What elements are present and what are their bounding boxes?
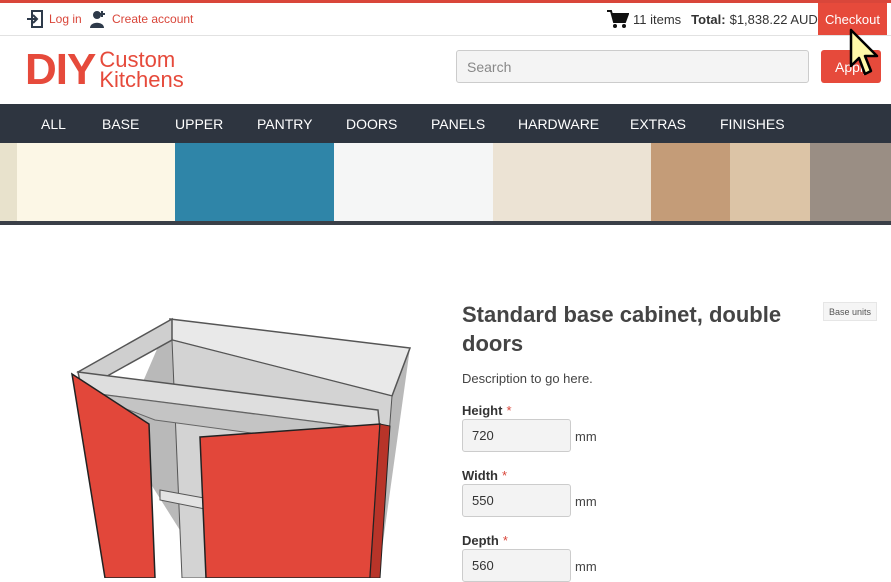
required-mark: *	[506, 403, 512, 418]
site-logo[interactable]: DIY Custom Kitchens	[25, 48, 184, 92]
cart-icon	[607, 10, 629, 28]
depth-label-text: Depth	[462, 533, 499, 548]
depth-label: Depth *	[462, 533, 508, 548]
cart-item-count: 11 items	[633, 11, 682, 27]
height-label-text: Height	[462, 403, 503, 418]
login-link[interactable]: Log in	[27, 10, 82, 28]
logo-diy: DIY	[25, 45, 96, 94]
depth-unit: mm	[575, 559, 597, 574]
category-badge[interactable]: Base units	[823, 302, 878, 321]
nav-item-finishes[interactable]: FINISHES	[720, 116, 785, 132]
cart-total-value: $1,838.22 AUD	[729, 11, 818, 27]
finish-swatch[interactable]	[17, 143, 175, 222]
finish-swatch[interactable]	[0, 143, 17, 222]
nav-item-hardware[interactable]: HARDWARE	[518, 116, 599, 132]
nav-item-pantry[interactable]: PANTRY	[257, 116, 313, 132]
nav-item-panels[interactable]: PANELS	[431, 116, 485, 132]
required-mark: *	[502, 533, 508, 548]
nav-item-all[interactable]: ALL	[41, 116, 66, 132]
cabinet-3d-image	[70, 317, 412, 578]
height-unit: mm	[575, 429, 597, 444]
login-label: Log in	[49, 12, 82, 26]
mouse-pointer-icon	[849, 28, 879, 76]
finish-swatch[interactable]	[334, 143, 493, 222]
width-label-text: Width	[462, 468, 498, 483]
create-account-link[interactable]: Create account	[90, 10, 193, 28]
search-input[interactable]	[456, 50, 809, 83]
nav-item-doors[interactable]: DOORS	[346, 116, 397, 132]
finish-swatch-strip	[0, 143, 891, 222]
login-icon	[27, 10, 43, 28]
logo-line-2: Kitchens	[99, 67, 184, 92]
height-input[interactable]: 720	[462, 419, 571, 452]
finish-swatch[interactable]	[175, 143, 334, 222]
width-unit: mm	[575, 494, 597, 509]
finish-swatch[interactable]	[493, 143, 651, 222]
user-add-icon	[90, 11, 105, 28]
width-label: Width *	[462, 468, 507, 483]
height-label: Height *	[462, 403, 512, 418]
top-bar: Log in Create account 11 items Total: $1…	[0, 3, 891, 36]
finish-swatch[interactable]	[810, 143, 891, 222]
product-title: Standard base cabinet, double doors	[462, 302, 782, 356]
cart-summary[interactable]: 11 items Total: $1,838.22 AUD	[607, 10, 818, 28]
create-account-label: Create account	[112, 12, 194, 26]
nav-item-upper[interactable]: UPPER	[175, 116, 223, 132]
nav-item-base[interactable]: BASE	[102, 116, 139, 132]
product-details: Standard base cabinet, double doors	[462, 300, 862, 358]
finish-swatch[interactable]	[651, 143, 730, 222]
site-header: DIY Custom Kitchens Apply	[0, 36, 891, 104]
logo-subtitle: Custom Kitchens	[99, 49, 184, 92]
swatch-strip-border	[0, 221, 891, 225]
depth-input[interactable]: 560	[462, 549, 571, 582]
right-door	[199, 423, 381, 578]
category-nav: ALL BASE UPPER PANTRY DOORS PANELS HARDW…	[0, 104, 891, 143]
required-mark: *	[501, 468, 508, 483]
nav-item-extras[interactable]: EXTRAS	[630, 116, 686, 132]
cart-total-label: Total:	[691, 11, 726, 27]
width-input[interactable]: 550	[462, 484, 571, 517]
product-description: Description to go here.	[462, 371, 593, 386]
finish-swatch[interactable]	[730, 143, 810, 222]
